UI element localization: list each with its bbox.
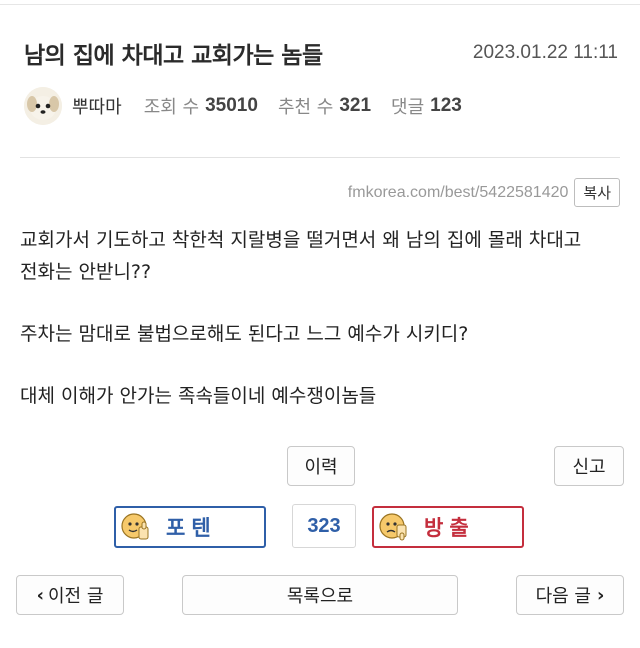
next-post-label: 다음 글 xyxy=(535,586,591,607)
chevron-left-icon: ‹ xyxy=(36,584,44,606)
report-button[interactable]: 신고 xyxy=(554,446,624,486)
content-paragraph: 대체 이해가 안가는 족속들이네 예수쟁이놈들 xyxy=(20,385,377,407)
recommend-count: 321 xyxy=(339,95,372,116)
puppy-avatar-icon[interactable] xyxy=(24,87,62,125)
thumbs-up-face-icon xyxy=(120,511,152,543)
post-date: 2023.01.22 11:11 xyxy=(472,42,618,63)
header-divider xyxy=(20,157,620,158)
views-count: 35010 xyxy=(205,95,258,116)
recommend-label: 추천 수 xyxy=(277,97,334,118)
content-paragraph: 교회가서 기도하고 착한척 지랄병을 떨거면서 왜 남의 집에 몰래 차대고 전… xyxy=(20,229,582,283)
thumbs-down-face-icon xyxy=(378,511,410,543)
next-post-button[interactable]: 다음 글 › xyxy=(516,575,624,615)
post-meta: 뿌따마 조회 수 35010 추천 수 321 댓글 123 xyxy=(24,87,482,125)
post-url[interactable]: fmkorea.com/best/5422581420 xyxy=(348,184,569,202)
vote-count: 323 xyxy=(292,504,356,548)
upvote-label: 포텐 xyxy=(166,516,217,540)
upvote-button[interactable]: 포텐 xyxy=(114,506,266,548)
comments-count[interactable]: 123 xyxy=(430,95,462,117)
prev-post-label: 이전 글 xyxy=(48,586,104,607)
downvote-label: 방출 xyxy=(424,516,475,540)
post-title: 남의 집에 차대고 교회가는 놈들 xyxy=(24,43,323,69)
top-divider xyxy=(0,4,640,5)
post-content: 교회가서 기도하고 착한척 지랄병을 떨거면서 왜 남의 집에 몰래 차대고 전… xyxy=(20,224,620,442)
prev-post-button[interactable]: ‹ 이전 글 xyxy=(16,575,124,615)
views-label: 조회 수 xyxy=(143,97,200,118)
copy-url-button[interactable]: 복사 xyxy=(574,178,620,207)
list-button[interactable]: 목록으로 xyxy=(182,575,458,615)
downvote-button[interactable]: 방출 xyxy=(372,506,524,548)
content-paragraph: 주차는 맘대로 불법으로해도 된다고 느그 예수가 시키디? xyxy=(20,323,469,345)
author-name[interactable]: 뿌따마 xyxy=(72,93,122,119)
comments-label: 댓글 xyxy=(391,97,425,118)
chevron-right-icon: › xyxy=(596,584,605,606)
url-row: fmkorea.com/best/5422581420 복사 xyxy=(348,178,620,207)
history-button[interactable]: 이력 xyxy=(287,446,355,486)
